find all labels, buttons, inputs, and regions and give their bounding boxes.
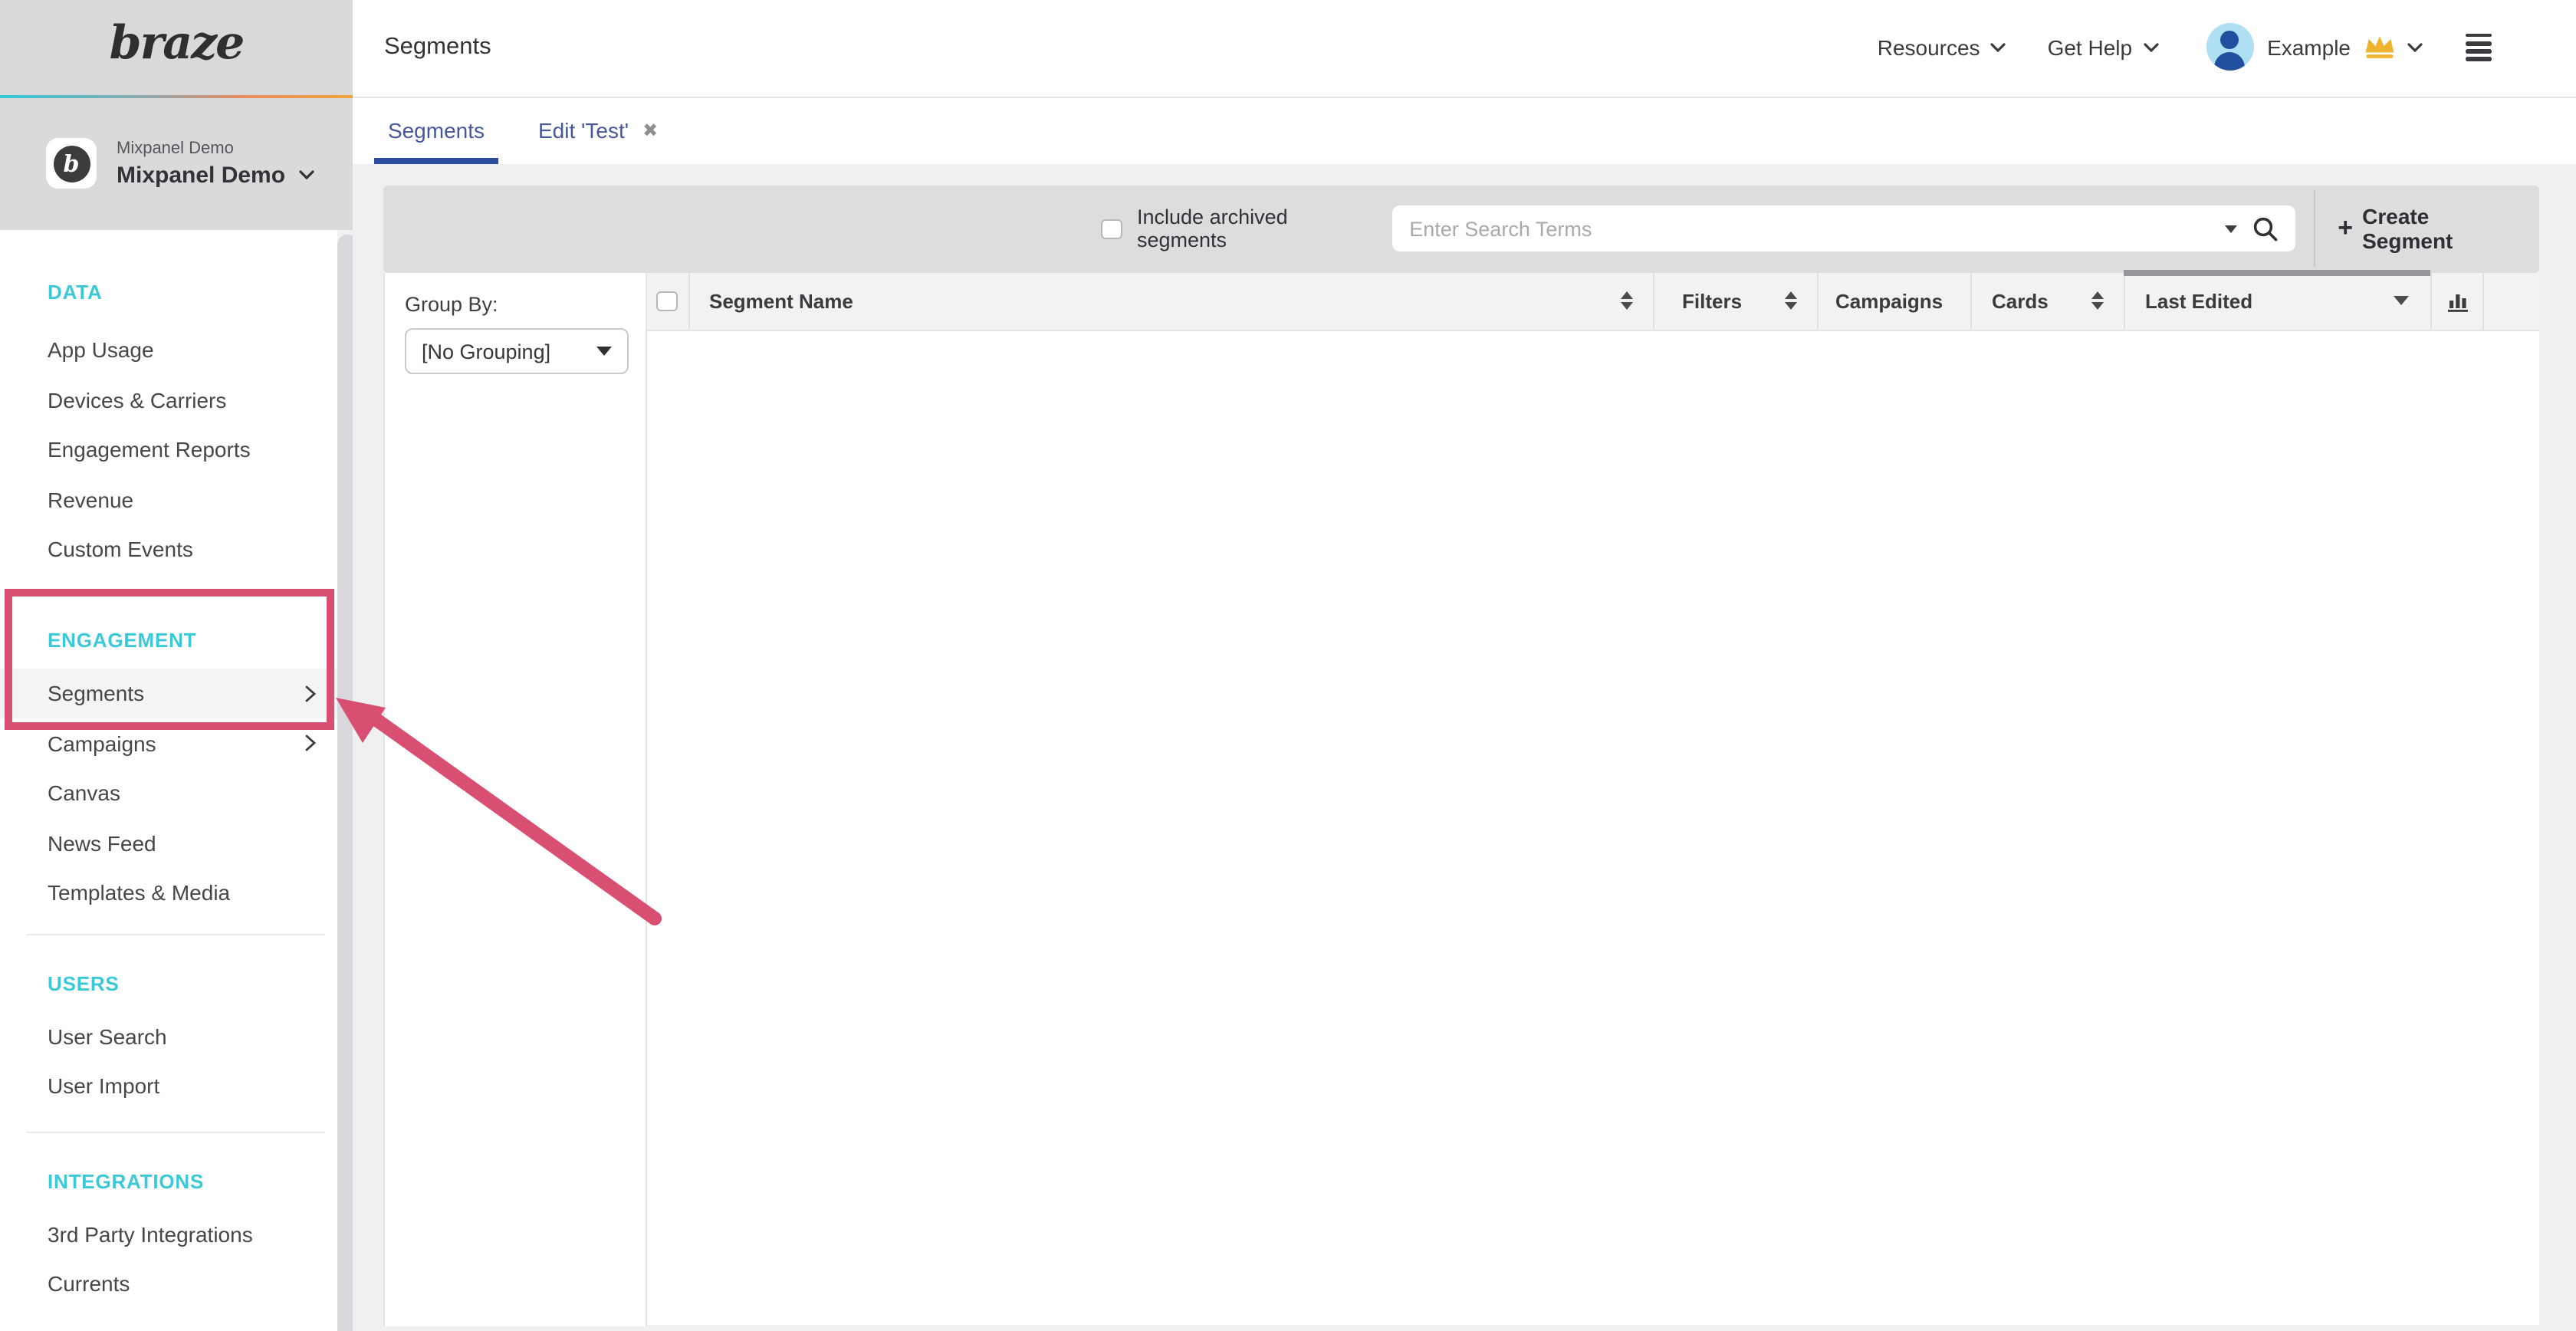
table-header-spacer [2482, 273, 2538, 329]
chevron-down-icon [299, 171, 314, 180]
sidebar-item-app-usage[interactable]: App Usage [0, 325, 337, 375]
crown-icon [2363, 35, 2397, 61]
sidebar-nav: DATA App Usage Devices & Carriers Engage… [0, 230, 337, 1331]
sort-icon[interactable] [2091, 292, 2104, 311]
sidebar-section-users: USERS [0, 967, 337, 1001]
include-archived-checkbox[interactable] [1101, 219, 1122, 239]
group-by-panel: Group By: [No Grouping] [383, 273, 646, 1326]
app-initial: b [53, 146, 90, 182]
sidebar-section-integrations: INTEGRATIONS [0, 1165, 337, 1198]
sorted-column-indicator [2124, 270, 2430, 276]
sidebar-item-campaigns[interactable]: Campaigns [0, 718, 337, 768]
segments-toolbar: Include archived segments + Create Segme… [383, 185, 2538, 273]
select-all-checkbox[interactable] [657, 291, 678, 311]
table-header-checkbox-cell [646, 273, 688, 329]
tab-edit-test[interactable]: Edit 'Test' ✖ [532, 97, 664, 163]
segments-table: Segment Name Filters Campaigns Cards Las… [646, 273, 2538, 1326]
group-by-dropdown[interactable]: [No Grouping] [405, 328, 629, 374]
sidebar-item-user-import[interactable]: User Import [0, 1061, 337, 1111]
sort-icon[interactable] [1785, 292, 1797, 311]
column-header-campaigns[interactable]: Campaigns [1817, 273, 1970, 329]
sidebar-item-segments[interactable]: Segments [0, 669, 337, 718]
tab-edit-test-label: Edit 'Test' [538, 118, 629, 143]
sidebar-item-revenue[interactable]: Revenue [0, 475, 337, 524]
chevron-right-icon [304, 685, 315, 702]
sort-desc-icon [2394, 297, 2409, 306]
workspace-name: Mixpanel Demo [117, 163, 285, 189]
sidebar-item-3rd-party-integrations[interactable]: 3rd Party Integrations [0, 1209, 337, 1259]
group-by-value: [No Grouping] [422, 340, 550, 363]
search-icon[interactable] [2252, 217, 2278, 243]
get-help-menu[interactable]: Get Help [2048, 35, 2159, 60]
braze-logo: braze [110, 18, 244, 77]
sidebar-divider [26, 1131, 324, 1132]
get-help-label: Get Help [2048, 35, 2133, 60]
search-field-wrap [1392, 206, 2295, 252]
create-segment-label: Create Segment [2362, 205, 2522, 254]
page-title: Segments [384, 34, 491, 61]
plus-icon: + [2338, 215, 2353, 244]
tab-segments[interactable]: Segments [374, 97, 498, 163]
tab-segments-label: Segments [388, 118, 485, 143]
sidebar-section-engagement: ENGAGEMENT [0, 624, 337, 658]
column-header-filters[interactable]: Filters [1653, 273, 1817, 329]
sidebar-item-canvas[interactable]: Canvas [0, 768, 337, 818]
close-tab-icon[interactable]: ✖ [642, 121, 658, 140]
create-segment-button[interactable]: + Create Segment [2338, 205, 2522, 254]
main-content: Segments Edit 'Test' ✖ Include archived … [353, 97, 2576, 1331]
user-name: Example [2267, 35, 2351, 60]
chevron-down-icon [2143, 43, 2158, 52]
dropdown-caret-icon [596, 347, 612, 356]
sidebar-item-currents[interactable]: Currents [0, 1259, 337, 1309]
workspace-texts: Mixpanel Demo Mixpanel Demo [117, 140, 314, 189]
toolbar-divider [2313, 191, 2315, 268]
sidebar-item-devices-carriers[interactable]: Devices & Carriers [0, 375, 337, 425]
sidebar-item-templates-media[interactable]: Templates & Media [0, 868, 337, 918]
group-by-label: Group By: [405, 293, 645, 316]
sort-icon[interactable] [1621, 292, 1633, 311]
chevron-right-icon [304, 735, 315, 752]
workspace-app-icon: b [46, 139, 97, 189]
workspace-label: Mixpanel Demo [117, 140, 314, 158]
hamburger-menu-icon[interactable] [2466, 34, 2492, 61]
top-bar: Segments Resources Get Help Example [353, 0, 2576, 97]
sidebar-item-news-feed[interactable]: News Feed [0, 818, 337, 868]
sidebar-section-data: DATA [0, 276, 337, 310]
tab-bar: Segments Edit 'Test' ✖ [353, 97, 2576, 163]
sidebar-item-user-search[interactable]: User Search [0, 1011, 337, 1061]
workspace-selector[interactable]: b Mixpanel Demo Mixpanel Demo [0, 97, 353, 230]
analytics-icon [2445, 289, 2469, 314]
column-header-last-edited[interactable]: Last Edited [2124, 273, 2430, 329]
table-header-row: Segment Name Filters Campaigns Cards Las… [646, 273, 2538, 330]
search-input[interactable] [1392, 206, 2295, 252]
column-header-cards[interactable]: Cards [1970, 273, 2124, 329]
sidebar-item-custom-events[interactable]: Custom Events [0, 524, 337, 574]
top-bar-right: Resources Get Help Example [1878, 24, 2492, 71]
resources-label: Resources [1878, 35, 1980, 60]
active-tab-underline [374, 158, 498, 163]
archived-checkbox-group: Include archived segments [1101, 206, 1377, 252]
chevron-down-icon [1991, 43, 2006, 52]
avatar-body [2214, 53, 2245, 71]
include-archived-label: Include archived segments [1137, 206, 1377, 252]
sidebar-header: braze [0, 0, 353, 94]
sidebar-item-engagement-reports[interactable]: Engagement Reports [0, 425, 337, 475]
avatar-head [2220, 31, 2239, 50]
table-body-empty [646, 330, 2538, 1324]
column-header-analytics[interactable] [2430, 273, 2482, 329]
search-dropdown-caret-icon[interactable] [2224, 226, 2236, 234]
sidebar-divider [26, 933, 324, 935]
user-avatar[interactable] [2206, 24, 2253, 71]
column-header-segment-name[interactable]: Segment Name [688, 273, 1653, 329]
braze-dashboard: braze Segments Resources Get Help Exampl… [0, 0, 2576, 1331]
user-menu-chevron-icon[interactable] [2407, 43, 2423, 52]
resources-menu[interactable]: Resources [1878, 35, 2006, 60]
